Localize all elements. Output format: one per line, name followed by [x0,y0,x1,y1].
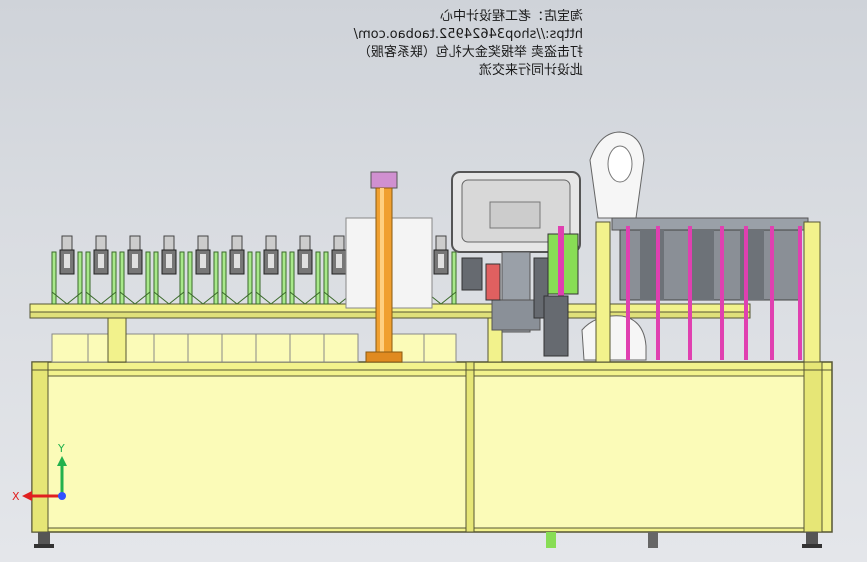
station-post [153,235,185,305]
station-post [51,235,83,305]
magenta-rod [798,226,802,360]
magenta-rod [688,226,692,360]
magenta-rod [720,226,724,360]
magenta-rod [744,226,748,360]
station-post [221,235,253,305]
right-station [595,217,821,363]
station-post [119,235,151,305]
x-axis-label: X [12,490,20,503]
station-post [289,235,321,305]
main-frame [31,361,833,548]
magenta-rod [656,226,660,360]
station-post [255,235,287,305]
magenta-rod [626,226,630,360]
station-post [85,235,117,305]
magenta-rod [770,226,774,360]
y-axis-label: Y [57,442,65,455]
cad-machine-drawing: Y X [12,131,833,548]
station-post [187,235,219,305]
